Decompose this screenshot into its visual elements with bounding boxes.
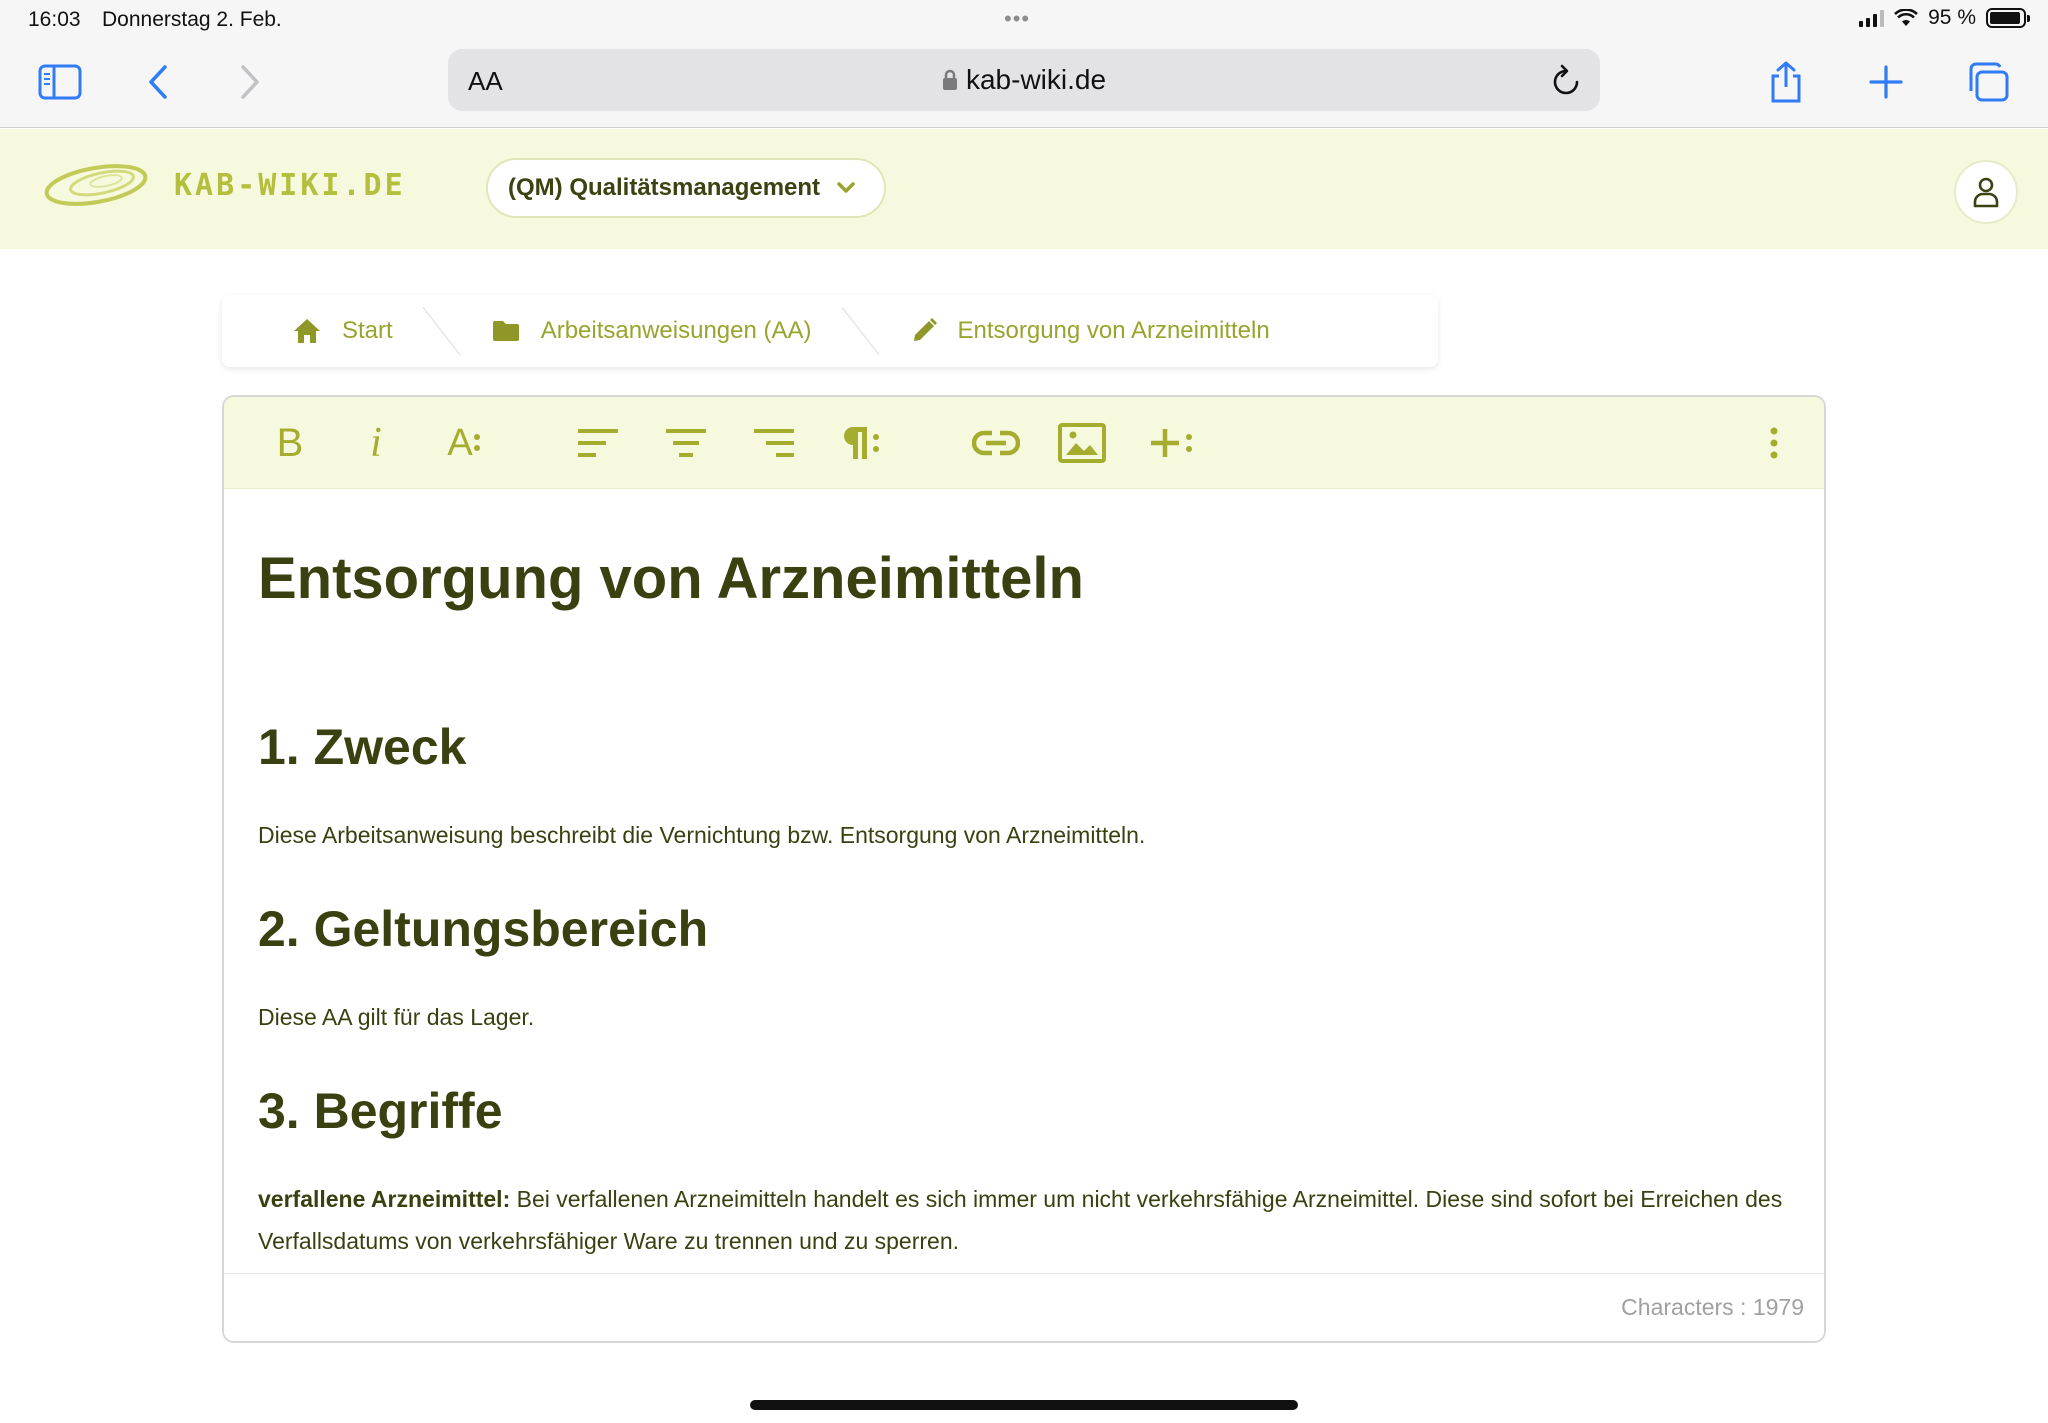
editor-footer: Characters : 1979 [224,1273,1824,1341]
section-heading: 2. Geltungsbereich [258,901,709,957]
module-select-label: (QM) Qualitätsmanagement [508,174,821,201]
breadcrumb-start[interactable]: Start [292,295,393,367]
breadcrumb-arbeitsanweisungen[interactable]: Arbeitsanweisungen (AA) [491,295,812,367]
battery-percent: 95 % [1928,6,1976,29]
share-icon[interactable] [1760,56,1812,108]
align-left-button[interactable] [572,417,624,469]
address-bar[interactable]: AA kab-wiki.de [448,49,1600,111]
more-options-dots-icon [473,434,480,451]
kebab-menu-icon [1770,427,1778,459]
lock-icon [942,69,957,90]
align-center-button[interactable] [660,417,712,469]
section-heading: 3. Begriffe [258,1083,503,1139]
rich-text-editor: B i A Entsorgung von Arzneimitteln 1. Zw… [222,395,1826,1343]
user-icon [1973,177,1999,208]
url-text: kab-wiki.de [965,64,1107,95]
insert-image-button[interactable] [1056,417,1108,469]
font-size-button[interactable]: A [438,417,490,469]
browser-toolbar: AA kab-wiki.de [0,42,2048,128]
breadcrumb-label: Start [342,317,393,344]
align-left-icon [578,429,618,457]
battery-icon [1986,8,2030,28]
editor-content[interactable]: Entsorgung von Arzneimitteln 1. Zweck Di… [224,489,1824,1262]
more-menu-button[interactable] [1748,417,1800,469]
logo-text: KAB-WIKI.DE [174,167,406,203]
status-right: 95 % [1859,6,2030,30]
paragraph-button[interactable] [834,417,886,469]
reload-icon[interactable] [1550,63,1582,97]
bold-button[interactable]: B [264,417,316,469]
user-account-button[interactable] [1954,160,2018,224]
breadcrumb-separator [419,295,465,367]
home-indicator[interactable] [750,1400,1298,1410]
status-time: 16:03 [28,8,81,31]
paragraph-icon [844,427,879,459]
align-center-icon [666,429,706,457]
editor-toolbar: B i A [224,397,1824,489]
forward-icon[interactable] [224,56,276,108]
character-count: Characters : 1979 [1621,1294,1804,1320]
section-text: Diese Arbeitsanweisung beschreibt die Ve… [258,822,1146,848]
tabs-overview-icon[interactable] [1962,56,2014,108]
chevron-down-icon [837,182,855,193]
logo-swoosh-icon [44,164,148,206]
breadcrumb-current-page[interactable]: Entsorgung von Arzneimitteln [910,295,1270,367]
document-title: Entsorgung von Arzneimitteln [258,546,1084,611]
breadcrumb: Start Arbeitsanweisungen (AA) Entsorgung… [222,295,1438,367]
module-select[interactable]: (QM) Qualitätsmanagement [486,158,887,218]
definition-term: verfallene Arzneimittel: [258,1186,511,1212]
folder-icon [492,321,519,341]
breadcrumb-label: Arbeitsanweisungen (AA) [540,317,812,344]
align-right-icon [754,429,794,457]
battery-fill [1990,12,2021,24]
breadcrumb-label: Entsorgung von Arzneimitteln [957,317,1270,344]
link-icon [972,430,1020,456]
image-icon [1058,423,1106,463]
wifi-icon [1894,9,1919,26]
app-header: KAB-WIKI.DE (QM) Qualitätsmanagement [0,129,2048,249]
cellular-signal-icon [1859,9,1885,27]
multitasking-dots-icon[interactable]: ••• [1004,6,1030,32]
section-heading: 1. Zweck [258,719,467,775]
new-tab-icon[interactable] [1860,56,1912,108]
back-icon[interactable] [132,56,184,108]
italic-button[interactable]: i [350,417,402,469]
section-text: Diese AA gilt für das Lager. [258,1004,535,1030]
sidebar-toggle-icon[interactable] [34,56,86,108]
status-bar: 16:03 Donnerstag 2. Feb. ••• 95 % [0,0,2048,42]
insert-link-button[interactable] [970,417,1022,469]
breadcrumb-separator [838,295,884,367]
status-date: Donnerstag 2. Feb. [102,8,282,31]
plus-options-icon [1151,429,1192,457]
definition-paragraph: verfallene Arzneimittel: Bei verfallenen… [258,1178,1790,1262]
align-right-button[interactable] [748,417,800,469]
insert-more-button[interactable] [1146,417,1198,469]
url-display[interactable]: kab-wiki.de [448,64,1600,96]
pencil-icon [913,318,937,341]
logo[interactable]: KAB-WIKI.DE [40,159,406,211]
home-icon [294,319,320,343]
